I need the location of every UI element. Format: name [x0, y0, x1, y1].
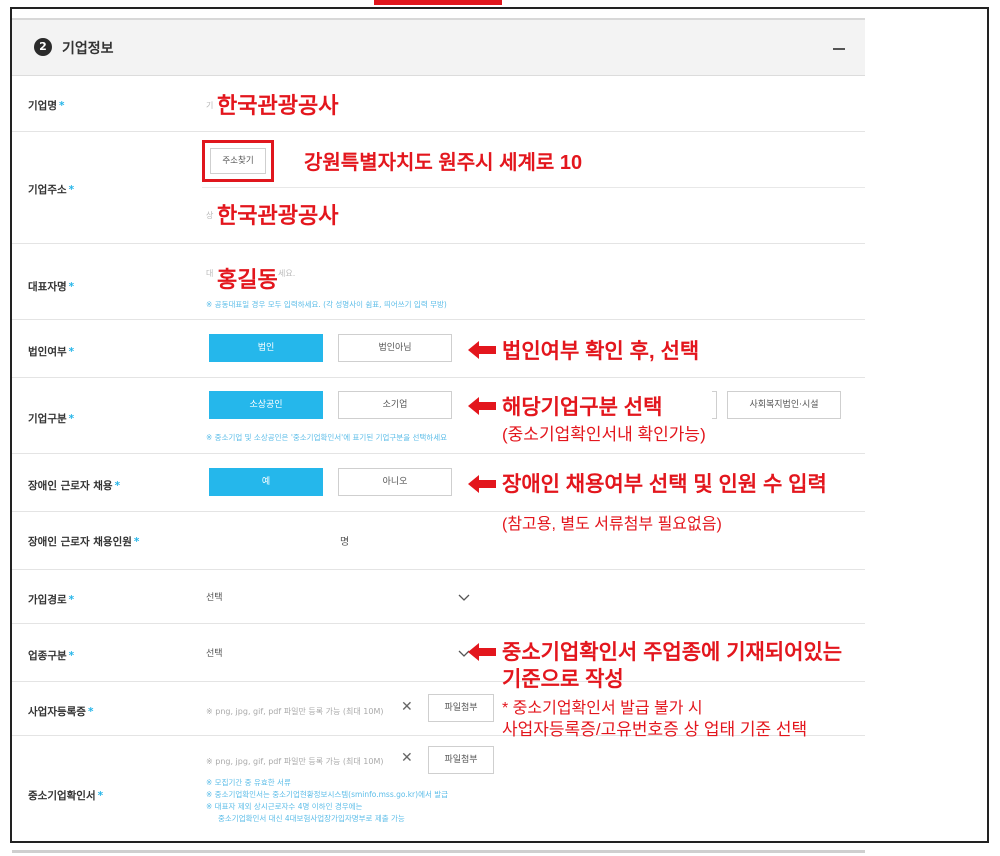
join-route-value: 선택 — [206, 593, 223, 603]
row-join-route: 가입경로 * 선택 — [12, 570, 865, 624]
bottom-divider — [12, 850, 865, 853]
representative-hint: ※ 공동대표일 경우 모두 입력하세요. (각 성명사이 쉼표, 띄어쓰기 입력… — [206, 300, 447, 309]
arrow-left-icon — [468, 475, 496, 493]
row-business-reg: 사업자등록증 * ※ png, jpg, gif, pdf 파일만 등록 가능 (… — [12, 682, 865, 739]
arrow-left-icon — [468, 643, 496, 661]
corporation-label: 법인여부 * — [28, 346, 75, 358]
corporation-yes-button[interactable]: 법인 — [209, 334, 323, 362]
chevron-down-icon[interactable] — [458, 594, 470, 602]
industry-value: 선택 — [206, 649, 223, 659]
representative-overlay: 홍길동 — [217, 267, 278, 292]
company-type-welfare-button[interactable]: 사회복지법인·시설 — [727, 391, 841, 419]
disabled-count-unit: 명 — [340, 537, 350, 548]
sme-cert-note-4: 중소기업확인서 대신 4대보험사업장가입자명부로 제출 가능 — [218, 814, 405, 823]
sme-cert-note-3: ※ 대표자 제외 상시근로자수 4명 이하인 경우에는 — [206, 802, 363, 811]
representative-label: 대표자명 * — [28, 281, 75, 293]
sme-cert-note-1: ※ 모집기간 중 유효한 서류 — [206, 778, 291, 787]
row-corporation: 법인여부 * 법인 법인아님 법인여부 확인 후, 선택 — [12, 320, 865, 378]
industry-label: 업종구분 * — [28, 650, 75, 662]
company-type-annotation: 해당기업구분 선택 — [502, 396, 663, 419]
sme-cert-attach-button[interactable]: 파일첨부 — [428, 746, 494, 774]
disabled-employment-label: 장애인 근로자 채용 * — [28, 480, 121, 492]
section-header[interactable]: 2 기업정보 — [12, 18, 865, 76]
top-red-mark — [374, 0, 502, 5]
business-reg-label: 사업자등록증 * — [28, 706, 94, 718]
company-type-hint: ※ 중소기업 및 소상공인은 '중소기업확인서'에 표기된 기업구분을 선택하세… — [206, 433, 447, 442]
disabled-annotation: 장애인 채용여부 선택 및 인원 수 입력 — [502, 473, 827, 496]
address-search-highlight — [202, 140, 274, 182]
disabled-no-button[interactable]: 아니오 — [338, 468, 452, 496]
sme-cert-label: 중소기업확인서 * — [28, 790, 104, 802]
corporation-annotation: 법인여부 확인 후, 선택 — [502, 340, 700, 363]
clear-file-icon[interactable]: ✕ — [401, 699, 413, 715]
disabled-count-label: 장애인 근로자 채용인원 * — [28, 536, 140, 548]
row-industry: 업종구분 * 선택 중소기업확인서 주업종에 기재되어있는 기준으로 작성 — [12, 624, 865, 691]
sme-cert-note-2: ※ 중소기업확인서는 중소기업현황정보시스템(sminfo.mss.go.kr)… — [206, 790, 449, 799]
representative-placeholder-tail: 세요. — [278, 269, 296, 278]
row-company-address: 기업주소 * 주소찾기 강원특별자치도 원주시 세계로 10 상 한국관광공사 — [12, 132, 865, 244]
arrow-left-icon — [468, 341, 496, 359]
collapse-icon[interactable] — [833, 48, 845, 50]
representative-input[interactable]: 대 — [206, 268, 213, 279]
row-representative: 대표자명 * 대 세요. 홍길동 ※ 공동대표일 경우 모두 입력하세요. (각 … — [12, 244, 865, 320]
row-company-type: 기업구분 * 소상공인 소기업 사회복지법인·시설 ※ 중소기업 및 소상공인은 … — [12, 378, 865, 454]
industry-annotation-line-1: 중소기업확인서 주업종에 기재되어있는 — [502, 641, 843, 664]
company-name-overlay: 한국관광공사 — [217, 93, 339, 118]
company-name-input[interactable]: 기 — [206, 100, 213, 111]
address-detail-overlay: 한국관광공사 — [217, 203, 339, 228]
disabled-yes-button[interactable]: 예 — [209, 468, 323, 496]
corporation-no-button[interactable]: 법인아님 — [338, 334, 452, 362]
disabled-annotation-sub: (참고용, 별도 서류첨부 필요없음) — [502, 516, 722, 533]
company-type-label: 기업구분 * — [28, 413, 75, 425]
section-title: 기업정보 — [62, 41, 114, 57]
company-type-small-business-button[interactable]: 소상공인 — [209, 391, 323, 419]
address-overlay: 강원특별자치도 원주시 세계로 10 — [304, 152, 583, 174]
clear-file-icon[interactable]: ✕ — [401, 750, 413, 766]
row-company-name: 기업명 * 기 한국관광공사 — [12, 76, 865, 132]
disabled-count-input[interactable] — [206, 526, 326, 550]
join-route-label: 가입경로 * — [28, 594, 75, 606]
company-type-small-company-button[interactable]: 소기업 — [338, 391, 452, 419]
industry-select[interactable] — [206, 640, 478, 666]
company-address-label: 기업주소 * — [28, 184, 75, 196]
address-inner-divider — [202, 187, 865, 188]
row-sme-cert: 중소기업확인서 * ※ png, jpg, gif, pdf 파일만 등록 가능 … — [12, 736, 865, 836]
company-type-annotation-sub: (중소기업확인서내 확인가능) — [502, 425, 706, 444]
company-name-label: 기업명 * — [28, 100, 65, 112]
sme-cert-file-input[interactable]: ※ png, jpg, gif, pdf 파일만 등록 가능 (최대 10M) — [206, 756, 383, 767]
business-reg-file-input[interactable]: ※ png, jpg, gif, pdf 파일만 등록 가능 (최대 10M) — [206, 706, 383, 717]
arrow-left-icon — [468, 397, 496, 415]
business-reg-attach-button[interactable]: 파일첨부 — [428, 694, 494, 722]
join-route-select[interactable] — [206, 584, 478, 610]
address-detail-input[interactable]: 상 — [206, 210, 213, 221]
row-disabled-count: 장애인 근로자 채용인원 * 명 (참고용, 별도 서류첨부 필요없음) — [12, 512, 865, 570]
company-info-form: 2 기업정보 기업명 * 기 한국관광공사 기업주소 * 주소찾기 강원특별자치도 … — [12, 18, 865, 836]
section-number-badge: 2 — [34, 38, 52, 56]
row-disabled-employment: 장애인 근로자 채용 * 예 아니오 장애인 채용여부 선택 및 인원 수 입력 — [12, 454, 865, 512]
